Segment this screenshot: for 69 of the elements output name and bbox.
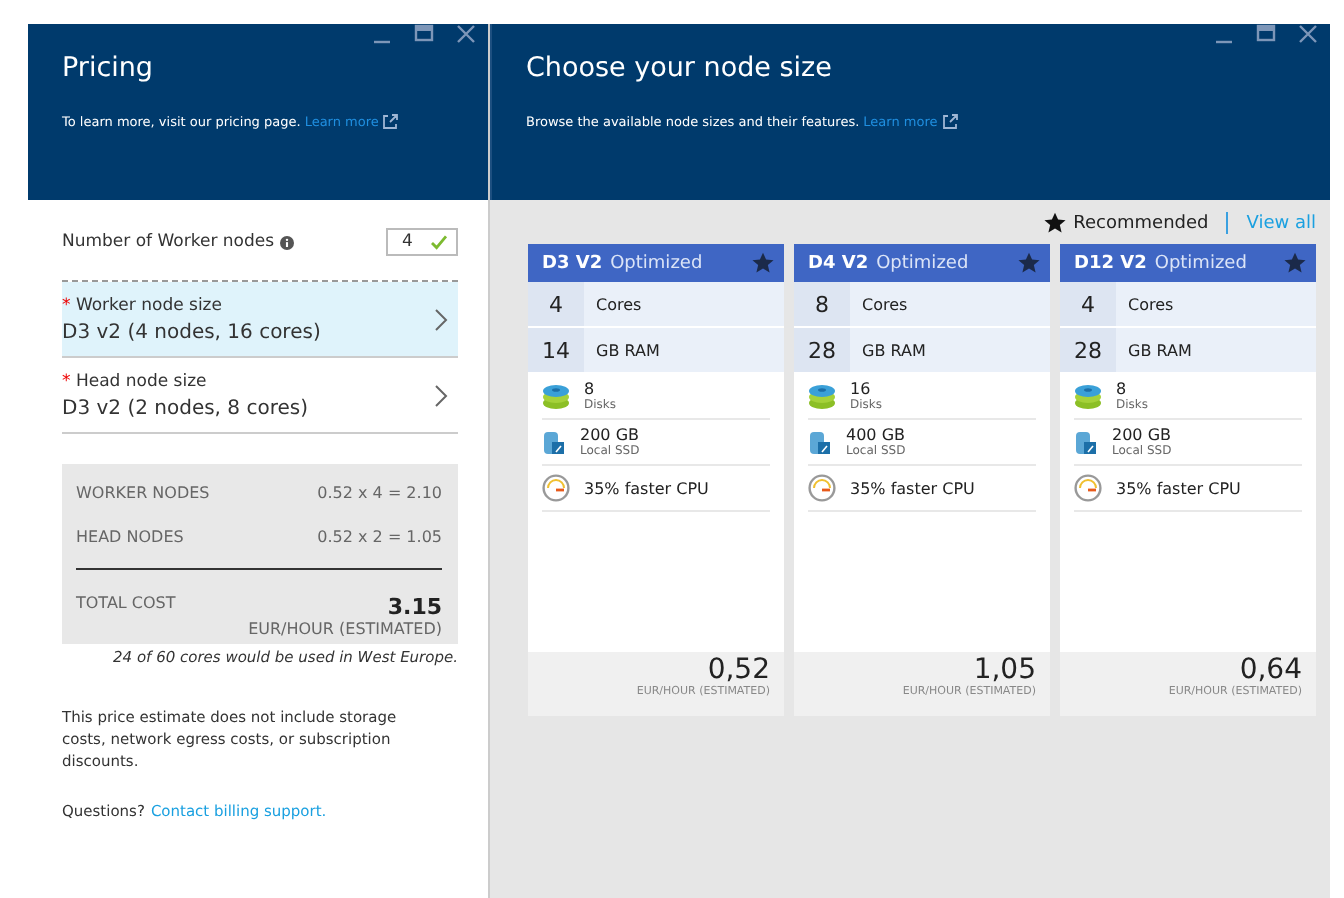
feature-value: 35% faster CPU bbox=[1116, 479, 1241, 497]
cost-value: 0.52 x 4 = 2.10 bbox=[317, 484, 442, 502]
feature-value: 200 GB bbox=[1112, 426, 1172, 444]
total-label: TOTAL COST bbox=[76, 594, 176, 616]
star-icon bbox=[1043, 212, 1066, 234]
recommended-label: Recommended bbox=[1073, 213, 1209, 233]
storage-icon bbox=[542, 429, 566, 455]
spec-label: Cores bbox=[1126, 293, 1174, 317]
selector-label: Head node size bbox=[75, 372, 207, 392]
spec-label: Cores bbox=[860, 293, 908, 317]
feature-value: 35% faster CPU bbox=[850, 479, 975, 497]
feature-value: 35% faster CPU bbox=[584, 479, 709, 497]
blade-title: Choose your node size bbox=[526, 52, 834, 84]
node-size-selector[interactable]: * Head node size D3 v2 (2 nodes, 8 cores) bbox=[62, 358, 458, 434]
maximize-icon[interactable] bbox=[414, 24, 434, 44]
feature-value: 8 bbox=[1116, 380, 1129, 398]
price-value: 1,05 bbox=[973, 656, 1036, 686]
spec-label: GB RAM bbox=[594, 339, 660, 363]
spec-label: GB RAM bbox=[860, 339, 926, 363]
required-marker: * bbox=[62, 296, 71, 316]
feature-value: 200 GB bbox=[580, 426, 640, 444]
disk-stack-icon bbox=[1074, 383, 1102, 409]
spec-number: 28 bbox=[794, 328, 850, 372]
required-marker: * bbox=[62, 372, 71, 392]
feature-value: 16 bbox=[850, 380, 873, 398]
selector-label: Worker node size bbox=[75, 296, 222, 316]
external-link-icon bbox=[941, 114, 958, 130]
total-unit: EUR/HOUR (ESTIMATED) bbox=[246, 620, 442, 638]
cost-label: HEAD NODES bbox=[76, 528, 184, 546]
chevron-right-icon bbox=[434, 308, 448, 332]
gauge-icon bbox=[808, 474, 836, 502]
gauge-icon bbox=[1074, 474, 1102, 502]
selector-value: D3 v2 (4 nodes, 16 cores) bbox=[62, 322, 323, 344]
size-name: D4 V2 bbox=[808, 253, 869, 273]
storage-icon bbox=[1074, 429, 1098, 455]
blade-title: Pricing bbox=[62, 52, 156, 84]
total-value: 3.15 bbox=[387, 594, 442, 620]
disk-stack-icon bbox=[808, 383, 836, 409]
spec-number: 4 bbox=[528, 282, 584, 326]
spec-number: 28 bbox=[1060, 328, 1116, 372]
spec-label: Cores bbox=[594, 293, 642, 317]
size-tag: Optimized bbox=[876, 253, 969, 273]
spec-number: 8 bbox=[794, 282, 850, 326]
price-value: 0,64 bbox=[1239, 656, 1302, 686]
size-tag: Optimized bbox=[1154, 253, 1247, 273]
close-icon[interactable] bbox=[456, 24, 476, 44]
info-icon bbox=[280, 235, 295, 249]
field-label: Number of Worker nodes bbox=[62, 232, 275, 252]
feature-value: 400 GB bbox=[846, 426, 906, 444]
feature-value: 8 bbox=[584, 380, 597, 398]
selector-value: D3 v2 (2 nodes, 8 cores) bbox=[62, 398, 310, 420]
node-size-selector[interactable]: * Worker node size D3 v2 (4 nodes, 16 cores) bbox=[62, 282, 458, 358]
chevron-right-icon bbox=[434, 384, 448, 408]
size-name: D12 V2 bbox=[1074, 253, 1147, 273]
cost-value: 0.52 x 2 = 1.05 bbox=[317, 528, 442, 546]
external-link-icon bbox=[382, 114, 399, 130]
cost-label: WORKER NODES bbox=[76, 484, 210, 502]
size-name: D3 V2 bbox=[542, 253, 603, 273]
spec-number: 4 bbox=[1060, 282, 1116, 326]
spec-number: 14 bbox=[528, 328, 584, 372]
disk-stack-icon bbox=[542, 383, 570, 409]
close-icon[interactable] bbox=[1298, 24, 1318, 44]
worker-count-field[interactable]: 4 bbox=[386, 228, 458, 256]
spec-label: GB RAM bbox=[1126, 339, 1192, 363]
maximize-icon[interactable] bbox=[1256, 24, 1276, 44]
size-tag: Optimized bbox=[610, 253, 703, 273]
storage-icon bbox=[808, 429, 832, 455]
gauge-icon bbox=[542, 474, 570, 502]
price-value: 0,52 bbox=[707, 656, 770, 686]
